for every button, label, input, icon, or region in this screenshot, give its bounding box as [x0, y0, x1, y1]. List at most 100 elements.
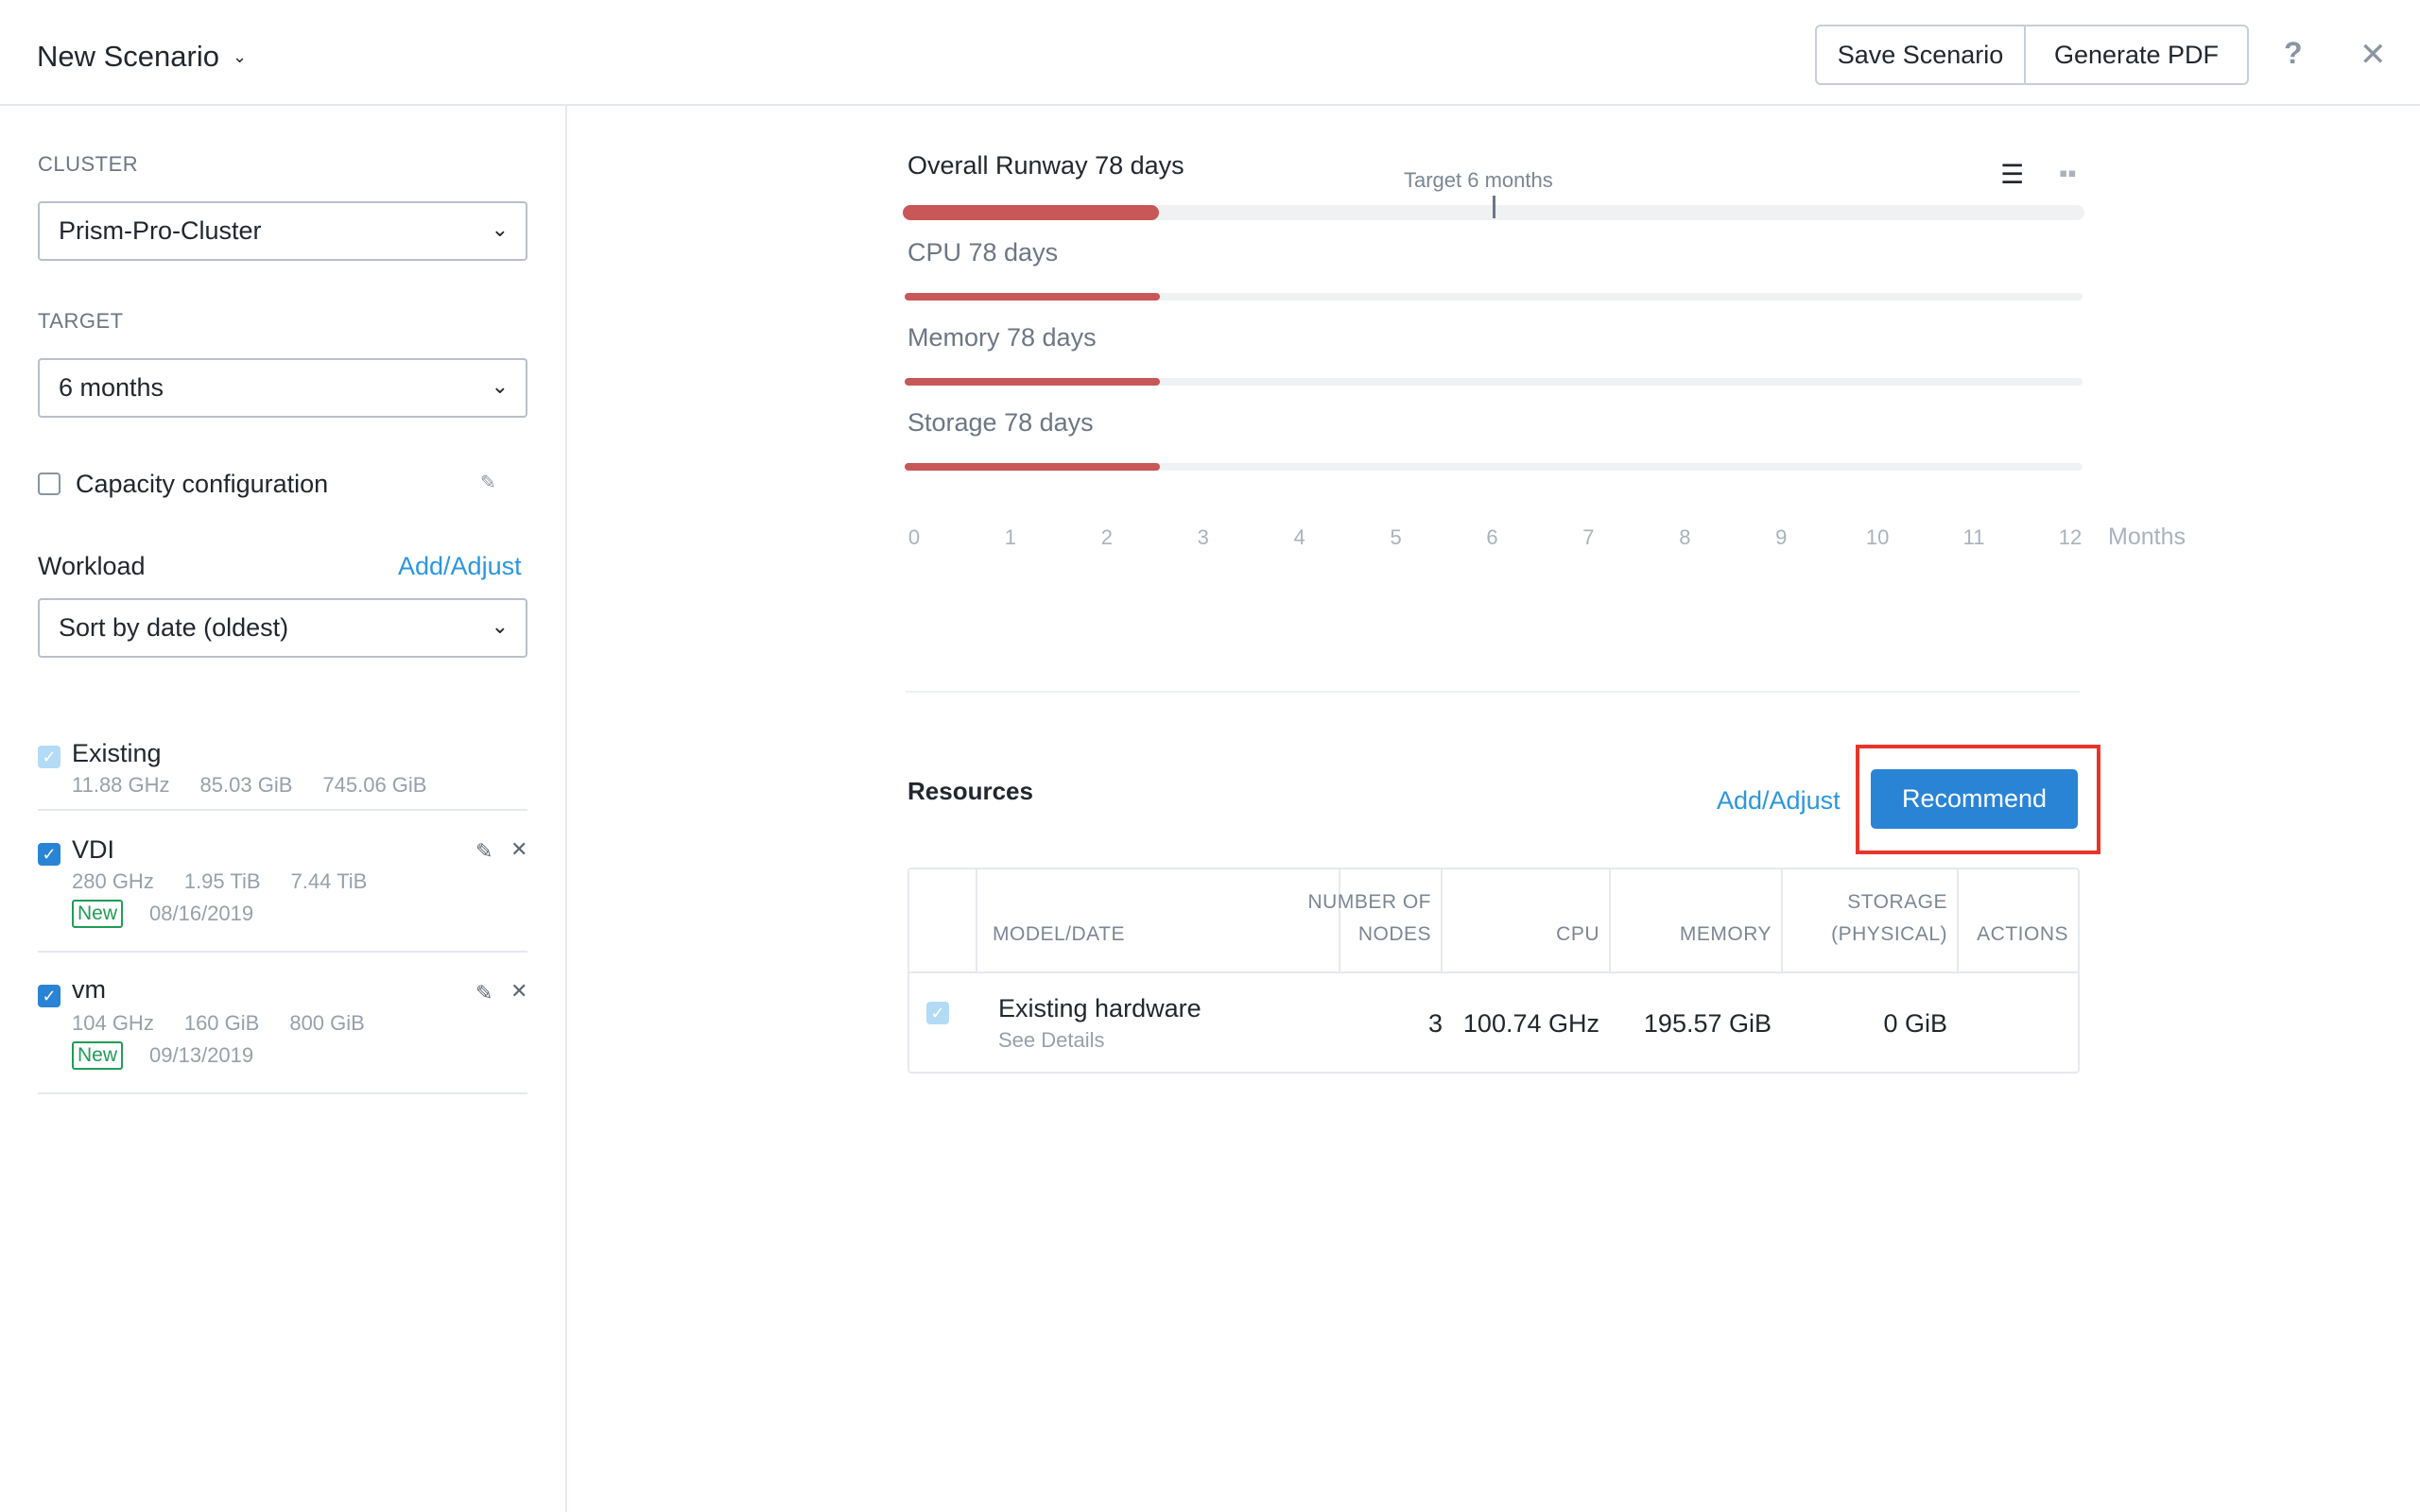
row-cpu: 100.74 GHz: [1462, 1009, 1599, 1038]
sort-value: Sort by date (oldest): [59, 613, 289, 642]
memory-header-label: MEMORY: [1679, 923, 1772, 945]
workload-item-vdi: ✓ VDI ✎ ✕ 280 GHz 1.95 TiB 7.44 TiB New …: [38, 811, 527, 953]
storage-header: STORAGE (PHYSICAL): [1783, 869, 1959, 973]
axis-tick-label: 2: [1100, 525, 1113, 549]
chevron-down-icon: ⌄: [232, 46, 248, 66]
header: New Scenario ⌄ Save Scenario Generate PD…: [0, 0, 2420, 106]
workload-memory: 85.03 GiB: [199, 773, 293, 797]
scenario-title-dropdown[interactable]: New Scenario ⌄: [37, 40, 247, 74]
row-storage: 0 GiB: [1883, 1009, 1947, 1038]
list-view-icon[interactable]: ☰: [2000, 159, 2024, 190]
new-badge: New: [72, 1041, 124, 1070]
capacity-configuration-row: Capacity configuration: [38, 465, 527, 503]
workload-date: 09/13/2019: [149, 1043, 254, 1067]
axis-tick-label: 10: [1865, 525, 1890, 549]
help-icon[interactable]: ?: [2284, 36, 2303, 71]
workload-date-row: New 08/16/2019: [72, 900, 253, 928]
target-label: Target 6 months: [1404, 168, 1553, 192]
workload-storage: 7.44 TiB: [290, 869, 368, 893]
actions-header-label: ACTIONS: [1977, 923, 2068, 945]
workload-item-vm: ✓ vm ✎ ✕ 104 GHz 160 GiB 800 GiB New 09/…: [38, 953, 527, 1094]
workload-checkbox-existing: ✓: [38, 746, 60, 768]
chevron-down-icon: ⌄: [491, 217, 509, 241]
select-column-header: [909, 869, 977, 973]
row-model: Existing hardware: [998, 994, 1201, 1022]
grid-view-icon[interactable]: ▪▪: [2059, 159, 2076, 188]
axis-tick-label: 7: [1582, 525, 1595, 549]
cluster-value: Prism-Pro-Cluster: [59, 216, 262, 245]
workload-name: Existing: [72, 739, 162, 767]
storage-runway-label: Storage 78 days: [908, 408, 1094, 437]
workload-checkbox-vm[interactable]: ✓: [38, 985, 60, 1007]
memory-runway-bar: [905, 378, 1160, 386]
axis-tick-label: 5: [1390, 525, 1402, 549]
workload-memory: 1.95 TiB: [183, 869, 261, 893]
row-memory: 195.57 GiB: [1643, 1009, 1772, 1038]
remove-workload-icon[interactable]: ✕: [510, 979, 527, 1004]
resources-table: MODEL/DATE NUMBER OF NODES CPU MEMORY ST…: [908, 868, 2080, 1074]
workload-checkbox-vdi[interactable]: ✓: [38, 843, 60, 866]
resources-title: Resources: [908, 777, 1033, 805]
workload-storage: 800 GiB: [289, 1011, 365, 1035]
axis-tick-label: 6: [1486, 525, 1498, 549]
cpu-header-label: CPU: [1556, 923, 1599, 945]
close-icon[interactable]: ✕: [2360, 36, 2387, 74]
target-marker: [1492, 196, 1495, 218]
workload-sort-select[interactable]: Sort by date (oldest) ⌄: [38, 598, 527, 658]
chevron-down-icon: ⌄: [491, 374, 509, 398]
resources-add-adjust-link[interactable]: Add/Adjust: [1717, 786, 1841, 816]
workload-cpu: 280 GHz: [72, 869, 154, 893]
workload-cpu: 104 GHz: [72, 1011, 154, 1035]
cluster-select[interactable]: Prism-Pro-Cluster ⌄: [38, 201, 527, 261]
cpu-runway-bar: [905, 293, 1160, 301]
axis-tick-label: 12: [2058, 525, 2083, 549]
model-date-header-label: MODEL/DATE: [993, 923, 1125, 945]
workload-name: vm: [72, 975, 106, 1004]
row-nodes: 3: [1427, 1009, 1443, 1038]
workload-date-row: New 09/13/2019: [72, 1041, 253, 1070]
cpu-runway-label: CPU 78 days: [908, 238, 1059, 266]
new-badge: New: [72, 900, 124, 928]
generate-pdf-button[interactable]: Generate PDF: [2024, 25, 2249, 85]
axis-tick-label: 11: [1962, 525, 1985, 549]
actions-header: ACTIONS: [1959, 869, 2078, 973]
target-value: 6 months: [59, 373, 164, 402]
recommend-button[interactable]: Recommend: [1871, 769, 2078, 829]
nodes-header-label: NUMBER OF NODES: [1308, 886, 1432, 951]
edit-capacity-icon[interactable]: ✎: [480, 471, 496, 494]
axis-tick-label: 1: [1004, 525, 1017, 549]
workload-memory: 160 GiB: [183, 1011, 260, 1035]
chevron-down-icon: ⌄: [491, 614, 509, 638]
edit-workload-icon[interactable]: ✎: [475, 839, 493, 864]
workload-cpu: 11.88 GHz: [72, 773, 170, 797]
cluster-label: CLUSTER: [38, 152, 139, 176]
axis-tick-label: 4: [1293, 525, 1305, 549]
axis-tick-label: 8: [1679, 525, 1691, 549]
cpu-header: CPU: [1443, 869, 1611, 973]
workload-name: VDI: [72, 835, 115, 864]
nodes-header: NUMBER OF NODES: [1272, 869, 1443, 973]
axis-tick-label: 3: [1197, 525, 1209, 549]
nodes-header-line1: NUMBER OF: [1307, 891, 1431, 913]
axis-tick-label: 9: [1775, 525, 1788, 549]
workload-metrics: 280 GHz 1.95 TiB 7.44 TiB: [72, 869, 367, 894]
see-details-link[interactable]: See Details: [998, 1028, 1105, 1053]
workload-item-existing: ✓ Existing 11.88 GHz 85.03 GiB 745.06 Gi…: [38, 722, 527, 811]
workload-date: 08/16/2019: [149, 902, 254, 925]
storage-header-label: STORAGE (PHYSICAL): [1831, 886, 1947, 951]
save-scenario-button[interactable]: Save Scenario: [1815, 25, 2026, 85]
workload-metrics: 11.88 GHz 85.03 GiB 745.06 GiB: [72, 773, 426, 798]
page-title: New Scenario: [37, 40, 219, 73]
workload-metrics: 104 GHz 160 GiB 800 GiB: [72, 1011, 365, 1036]
remove-workload-icon[interactable]: ✕: [510, 837, 527, 862]
workload-add-adjust-link[interactable]: Add/Adjust: [398, 552, 522, 581]
existing-hardware-checkbox: ✓: [926, 1002, 949, 1024]
target-select[interactable]: 6 months ⌄: [38, 358, 527, 418]
memory-header: MEMORY: [1611, 869, 1783, 973]
memory-runway-label: Memory 78 days: [908, 323, 1097, 352]
edit-workload-icon[interactable]: ✎: [475, 981, 493, 1005]
capacity-configuration-checkbox[interactable]: [38, 472, 60, 495]
nodes-header-line2: NODES: [1357, 923, 1431, 945]
storage-header-line1: STORAGE: [1847, 891, 1947, 913]
axis-tick-label: 0: [908, 525, 921, 549]
